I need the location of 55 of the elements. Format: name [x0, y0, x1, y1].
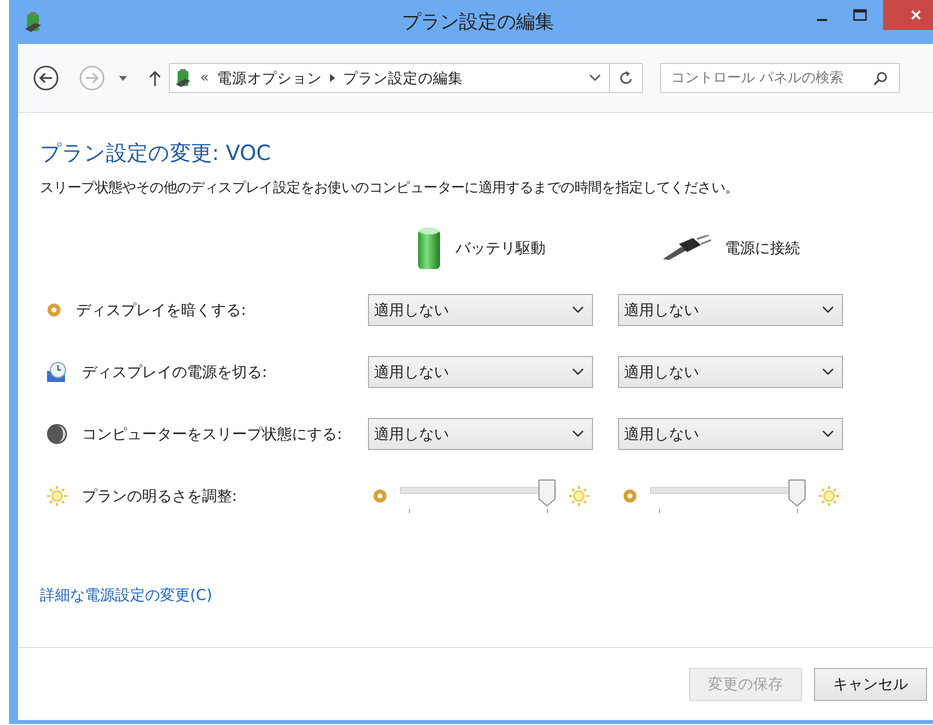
page-heading: プラン設定の変更: VOC: [40, 140, 272, 167]
column-heading: 電源に接続: [725, 238, 800, 258]
breadcrumb-separator-icon[interactable]: [330, 74, 335, 82]
slider-thumb[interactable]: [788, 479, 806, 507]
brightness-slider[interactable]: [400, 479, 556, 513]
clock-monitor-icon: [46, 361, 68, 383]
dropdown[interactable]: 適用しない: [618, 418, 843, 450]
overflow-chevron[interactable]: «: [200, 70, 209, 86]
column-heading: バッテリ駆動: [456, 238, 546, 258]
brightness-slider[interactable]: [650, 479, 806, 513]
chevron-down-icon[interactable]: [589, 74, 601, 82]
dropdown[interactable]: 適用しない: [618, 294, 843, 326]
recent-pages-caret-icon[interactable]: [119, 76, 127, 80]
dialog-button[interactable]: キャンセル: [814, 668, 927, 700]
dim-display-icon: [46, 302, 62, 318]
slider-thumb[interactable]: [538, 479, 556, 507]
breadcrumb-item[interactable]: 電源オプション: [216, 68, 322, 88]
setting-label: ディスプレイを暗くする:: [76, 300, 246, 320]
search-field[interactable]: コントロール パネルの検索: [660, 63, 900, 93]
power-plug-icon: [661, 235, 711, 261]
sun-icon: [568, 485, 590, 507]
chevron-down-icon: [572, 306, 584, 314]
breadcrumb-item[interactable]: プラン設定の編集: [342, 68, 463, 88]
chevron-down-icon: [822, 306, 834, 314]
dropdown[interactable]: 適用しない: [618, 356, 843, 388]
back-button[interactable]: [33, 65, 59, 91]
chevron-down-icon: [572, 430, 584, 438]
sun-icon: [46, 485, 68, 507]
dropdown[interactable]: 適用しない: [368, 356, 593, 388]
power-plan-icon: [174, 68, 192, 88]
setting-label: コンピューターをスリープ状態にする:: [82, 424, 342, 444]
dropdown[interactable]: 適用しない: [368, 418, 593, 450]
battery-icon: [416, 226, 442, 270]
search-icon: [873, 71, 888, 86]
close-icon: [910, 9, 922, 21]
chevron-down-icon: [572, 368, 584, 376]
dim-brightness-icon: [372, 488, 388, 504]
advanced-settings-link[interactable]: 詳細な電源設定の変更(C): [40, 586, 212, 604]
minimize-icon: [817, 18, 827, 20]
up-arrow-icon[interactable]: [149, 70, 161, 86]
sun-icon: [818, 485, 840, 507]
setting-label: ディスプレイの電源を切る:: [82, 362, 268, 382]
refresh-icon: [618, 70, 634, 86]
power-plan-icon: [23, 11, 43, 33]
close-button[interactable]: [883, 0, 933, 30]
moon-icon: [46, 423, 68, 445]
chevron-down-icon: [822, 430, 834, 438]
chevron-down-icon: [822, 368, 834, 376]
dropdown[interactable]: 適用しない: [368, 294, 593, 326]
description-text: スリープ状態やその他のディスプレイ設定をお使いのコンピューターに適用するまでの時間を指定してください。: [40, 179, 740, 197]
address-bar[interactable]: « 電源オプション プラン設定の編集: [169, 63, 643, 93]
dim-brightness-icon: [622, 488, 638, 504]
setting-label: プランの明るさを調整:: [82, 486, 238, 506]
window-title: プラン設定の編集: [401, 10, 555, 35]
maximize-icon: [853, 9, 867, 21]
